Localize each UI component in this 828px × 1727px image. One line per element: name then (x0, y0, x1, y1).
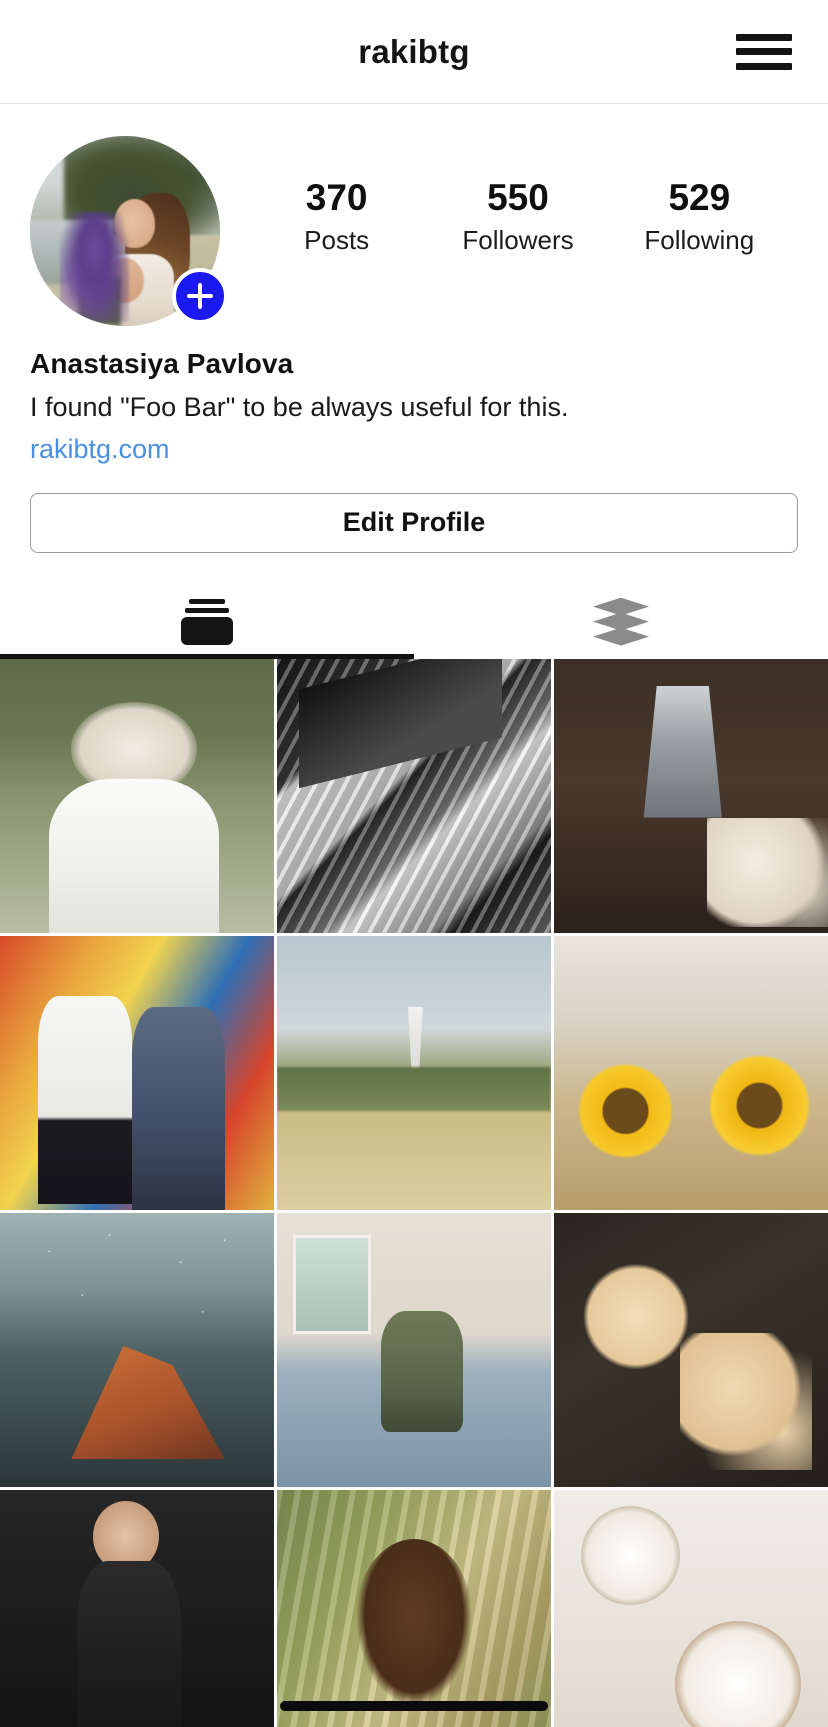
profile-bio-text: I found "Foo Bar" to be always useful fo… (30, 392, 569, 422)
avatar-container (30, 136, 228, 326)
avatar-art (60, 212, 129, 323)
grid-post[interactable] (0, 935, 274, 1210)
stat-label: Followers (462, 225, 574, 256)
card-layer (189, 598, 225, 604)
stacked-cards-icon (181, 598, 233, 645)
grid-post[interactable] (277, 658, 551, 933)
post-thumbnail (554, 1489, 828, 1727)
grid-post[interactable] (277, 1212, 551, 1487)
stat-label: Posts (304, 225, 370, 256)
photo-grid (0, 658, 828, 1727)
plus-icon[interactable] (172, 268, 228, 324)
edit-profile-label: Edit Profile (342, 507, 486, 538)
stat-label: Following (644, 225, 755, 256)
grid-post[interactable] (554, 658, 828, 933)
post-thumbnail (277, 935, 551, 1210)
hamburger-bar (736, 33, 792, 41)
grid-post[interactable] (277, 935, 551, 1210)
card-layer (185, 607, 229, 613)
bio-section: Anastasiya Pavlova I found "Foo Bar" to … (0, 326, 828, 465)
hamburger-bar (736, 62, 792, 70)
grid-post[interactable] (0, 1212, 274, 1487)
grid-post[interactable] (0, 658, 274, 933)
stat-value: 529 (668, 177, 731, 218)
grid-tab[interactable] (0, 585, 414, 659)
hamburger-menu-icon[interactable] (736, 33, 792, 70)
stats-row: 370 Posts 550 Followers 529 Following (220, 136, 798, 256)
post-thumbnail (554, 1212, 828, 1487)
page-title: rakibtg (358, 32, 470, 70)
grid-post[interactable] (0, 1489, 274, 1727)
grid-post[interactable] (277, 1489, 551, 1727)
plus-stroke (187, 294, 213, 298)
post-thumbnail (0, 1489, 274, 1727)
home-indicator[interactable] (280, 1701, 548, 1711)
profile-website-link[interactable]: rakibtg.com (30, 434, 170, 465)
app-header: rakibtg (0, 0, 828, 104)
card-layer (181, 616, 233, 645)
post-thumbnail (554, 658, 828, 933)
post-thumbnail (277, 658, 551, 933)
stat-value: 370 (305, 177, 368, 218)
post-thumbnail (277, 1212, 551, 1487)
stat-followers[interactable]: 550 Followers (458, 178, 578, 256)
grid-post[interactable] (554, 935, 828, 1210)
stat-posts[interactable]: 370 Posts (277, 178, 397, 256)
post-thumbnail (0, 1212, 274, 1487)
layers-icon (593, 597, 649, 646)
profile-summary: 370 Posts 550 Followers 529 Following (0, 104, 828, 326)
stat-following[interactable]: 529 Following (639, 178, 759, 256)
hamburger-bar (736, 48, 792, 55)
grid-post[interactable] (554, 1212, 828, 1487)
post-thumbnail (554, 935, 828, 1210)
post-thumbnail (277, 1489, 551, 1727)
post-thumbnail (0, 658, 274, 933)
post-thumbnail (0, 935, 274, 1210)
profile-tabs (0, 585, 828, 659)
instagram-profile-screen: rakibtg 370 Posts 550 Followers 529 Foll… (0, 0, 828, 1727)
stat-value: 550 (487, 177, 549, 218)
tagged-tab[interactable] (414, 585, 828, 659)
layer-shape (593, 627, 649, 646)
profile-full-name: Anastasiya Pavlova (30, 348, 294, 379)
edit-profile-button[interactable]: Edit Profile (30, 492, 798, 553)
grid-post[interactable] (554, 1489, 828, 1727)
